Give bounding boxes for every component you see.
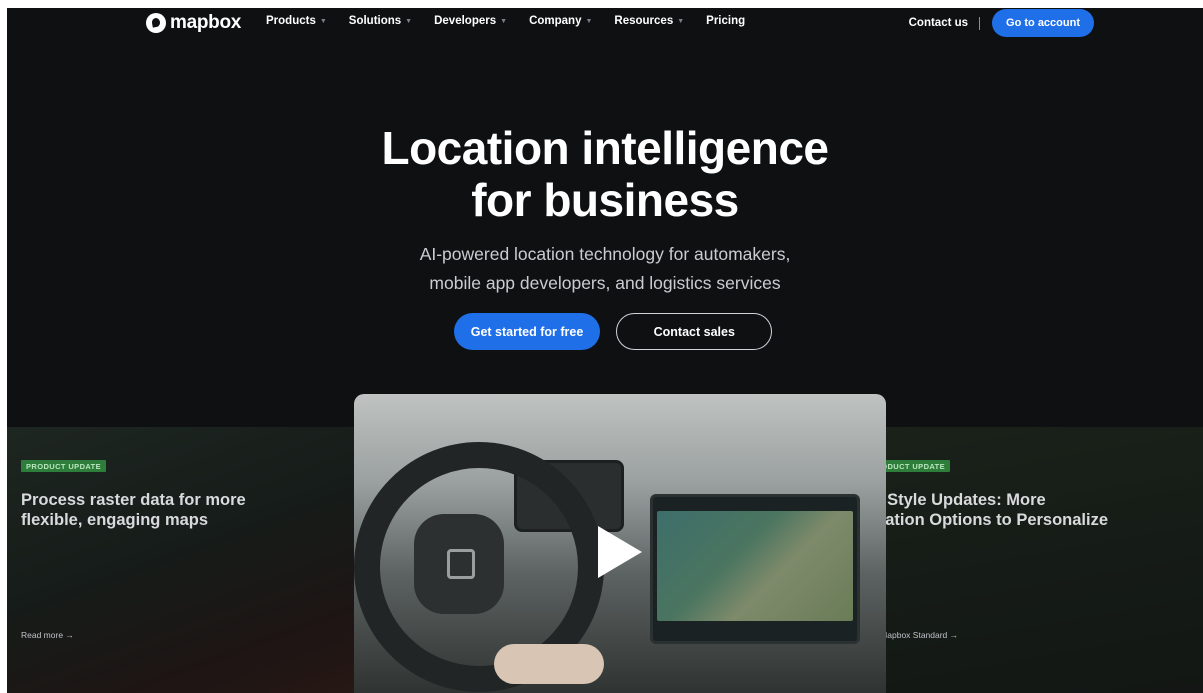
hero-subtitle-line: AI-powered location technology for autom… [419,244,791,264]
nav-right: Contact us Go to account [909,9,1094,37]
play-icon[interactable] [598,526,642,578]
cta-row: Get started for free Contact sales [7,313,1203,350]
navigation-map [657,511,853,621]
nav-item-label: Products [266,15,316,27]
hero-subtitle: AI-powered location technology for autom… [7,240,1203,298]
mapbox-logo-icon [146,13,166,33]
contact-sales-button[interactable]: Contact sales [616,313,773,350]
nav-item-solutions[interactable]: Solutions ▼ [349,15,412,27]
contact-us-link[interactable]: Contact us [909,17,968,29]
card-title: Standard Style Updates: More Customizati… [879,491,1109,529]
top-navigation: mapbox Products ▼ Solutions ▼ Developers… [7,8,1203,38]
nav-item-label: Company [529,15,582,27]
nav-item-label: Developers [434,15,497,27]
get-started-button[interactable]: Get started for free [453,313,601,350]
steering-wheel-hub [414,514,504,614]
page: mapbox Products ▼ Solutions ▼ Developers… [7,8,1203,693]
hero-title-line: Location intelligence [381,122,829,174]
mapbox-logo[interactable]: mapbox [146,12,241,34]
nav-divider [979,16,981,30]
chevron-down-icon: ▼ [405,17,413,25]
product-update-badge: PRODUCT UPDATE [21,460,107,472]
nav-item-developers[interactable]: Developers ▼ [434,15,507,27]
driver-hand [494,644,604,684]
nav-item-label: Resources [614,15,674,27]
nav-item-label: Solutions [348,15,402,27]
chevron-down-icon: ▼ [500,17,508,25]
chevron-down-icon: ▼ [677,17,685,25]
chevron-down-icon: ▼ [585,17,593,25]
go-to-account-button[interactable]: Go to account [992,9,1094,37]
nav-menu: Products ▼ Solutions ▼ Developers ▼ Comp… [266,15,767,27]
product-update-card-right[interactable]: PRODUCT UPDATE Standard Style Updates: M… [879,427,1203,693]
nav-item-company[interactable]: Company ▼ [529,15,592,27]
explore-mapbox-standard-link[interactable]: Explore Mapbox Standard → [879,630,958,640]
hero-video[interactable] [354,394,886,693]
product-update-card-left[interactable]: PRODUCT UPDATE Process raster data for m… [7,427,367,693]
nav-item-resources[interactable]: Resources ▼ [614,15,684,27]
logo-text: mapbox [170,12,242,33]
hero-title-line: for business [471,174,739,226]
nav-item-pricing[interactable]: Pricing [706,15,745,27]
card-title: Process raster data for more flexible, e… [21,491,246,529]
nav-item-products[interactable]: Products ▼ [266,15,327,27]
read-more-link[interactable]: Read more → [21,630,74,640]
product-update-badge: PRODUCT UPDATE [879,460,951,472]
hero-title: Location intelligence for business [7,122,1203,226]
hero-subtitle-line: mobile app developers, and logistics ser… [429,273,781,293]
infotainment-screen [650,494,860,644]
nav-item-label: Pricing [706,15,746,27]
chevron-down-icon: ▼ [319,17,327,25]
